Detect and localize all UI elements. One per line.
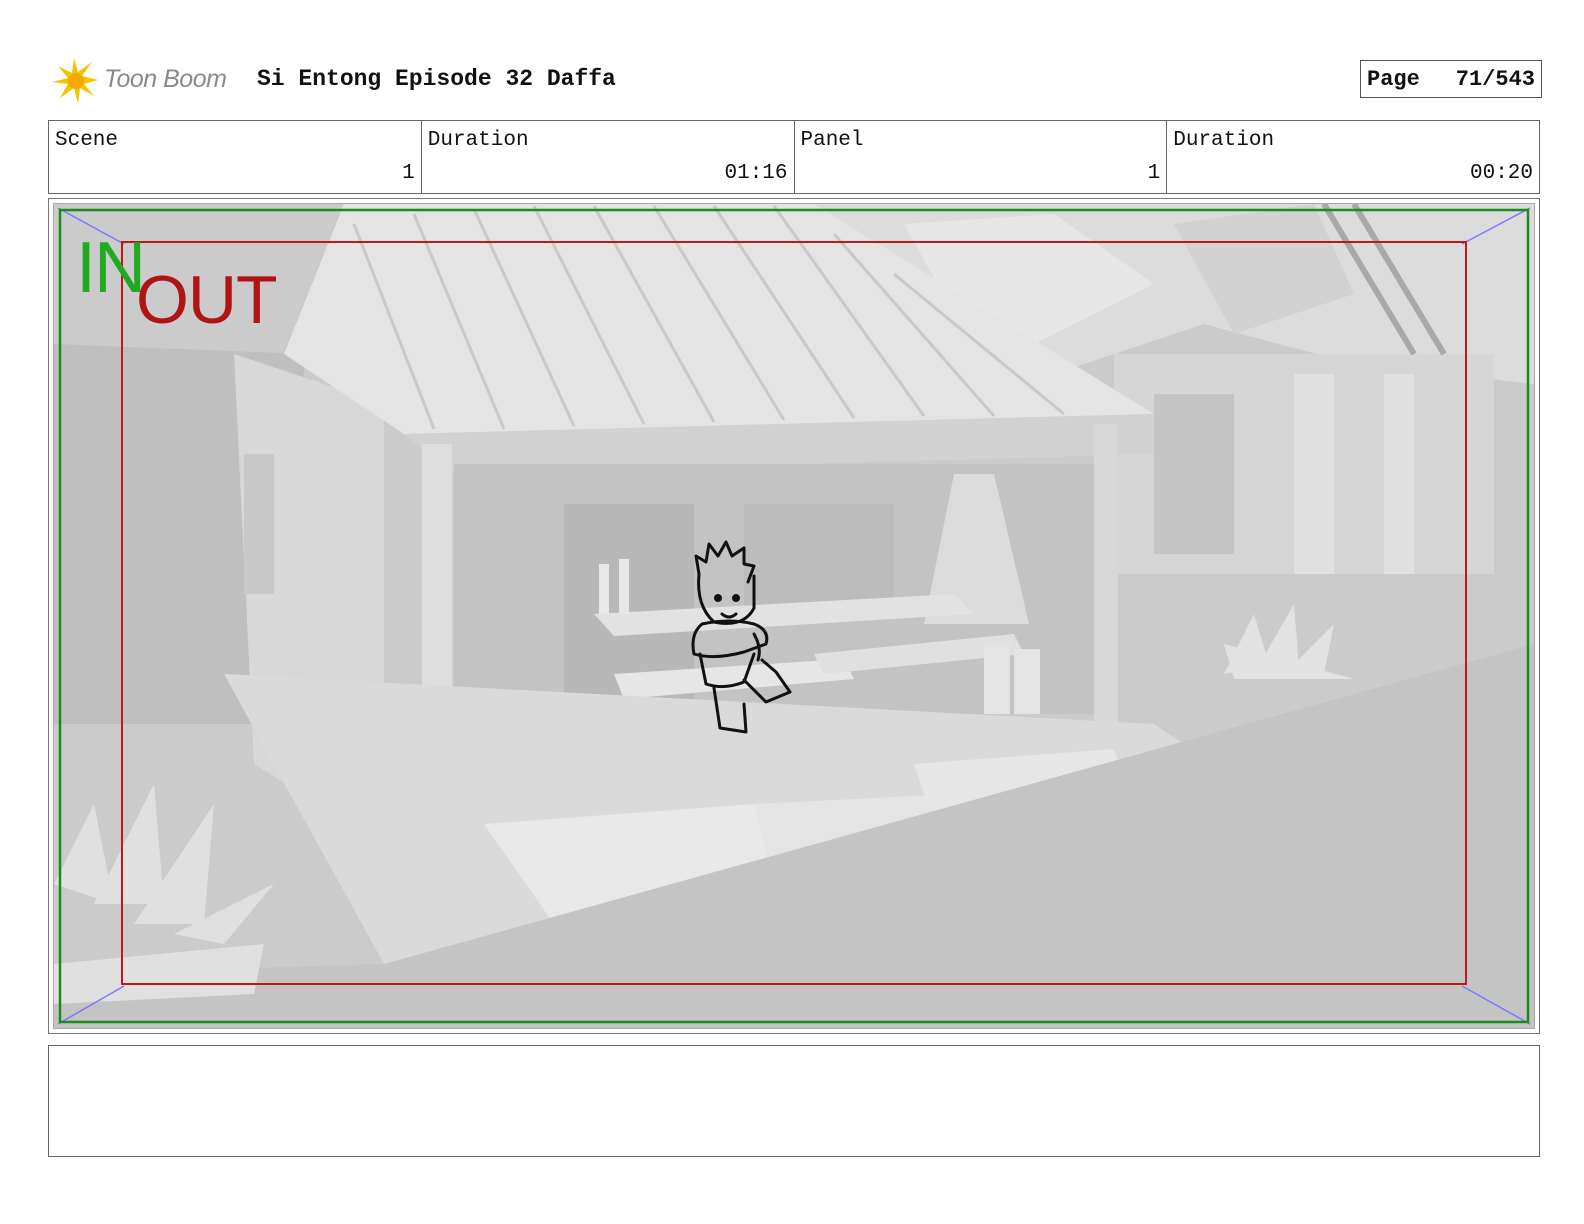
header: Toon Boom Si Entong Episode 32 Daffa Pag… [52, 56, 1542, 106]
scene-duration-cell: Duration 01:16 [422, 121, 795, 193]
panel-label: Panel [800, 129, 864, 152]
panel-value: 1 [1147, 162, 1161, 185]
page-value: 71/543 [1455, 66, 1535, 92]
scene-info-table: Scene 1 Duration 01:16 Panel 1 Duration … [48, 120, 1540, 194]
toon-boom-logo: Toon Boom [52, 56, 242, 106]
starburst-icon [52, 58, 98, 104]
page-indicator: Page 71/543 [1360, 60, 1542, 98]
panel-cell: Panel 1 [795, 121, 1168, 193]
page-label: Page [1367, 66, 1420, 92]
scene-label: Scene [55, 129, 119, 152]
scene-value: 1 [402, 162, 415, 185]
panel-frame: IN OUT [48, 198, 1540, 1034]
document-title: Si Entong Episode 32 Daffa [257, 66, 616, 92]
panel-duration-cell: Duration 00:20 [1167, 121, 1539, 193]
panel-duration-label: Duration [1173, 129, 1275, 152]
notes-box[interactable] [48, 1045, 1540, 1157]
in-label: IN [76, 228, 146, 308]
logo-text: Toon Boom [104, 65, 227, 93]
panel-duration-value: 00:20 [1469, 162, 1533, 185]
storyboard-panel: IN OUT [53, 203, 1535, 1029]
scene-cell: Scene 1 [49, 121, 422, 193]
scene-duration-value: 01:16 [724, 162, 788, 185]
scene-duration-label: Duration [427, 129, 529, 152]
out-label: OUT [136, 262, 278, 338]
